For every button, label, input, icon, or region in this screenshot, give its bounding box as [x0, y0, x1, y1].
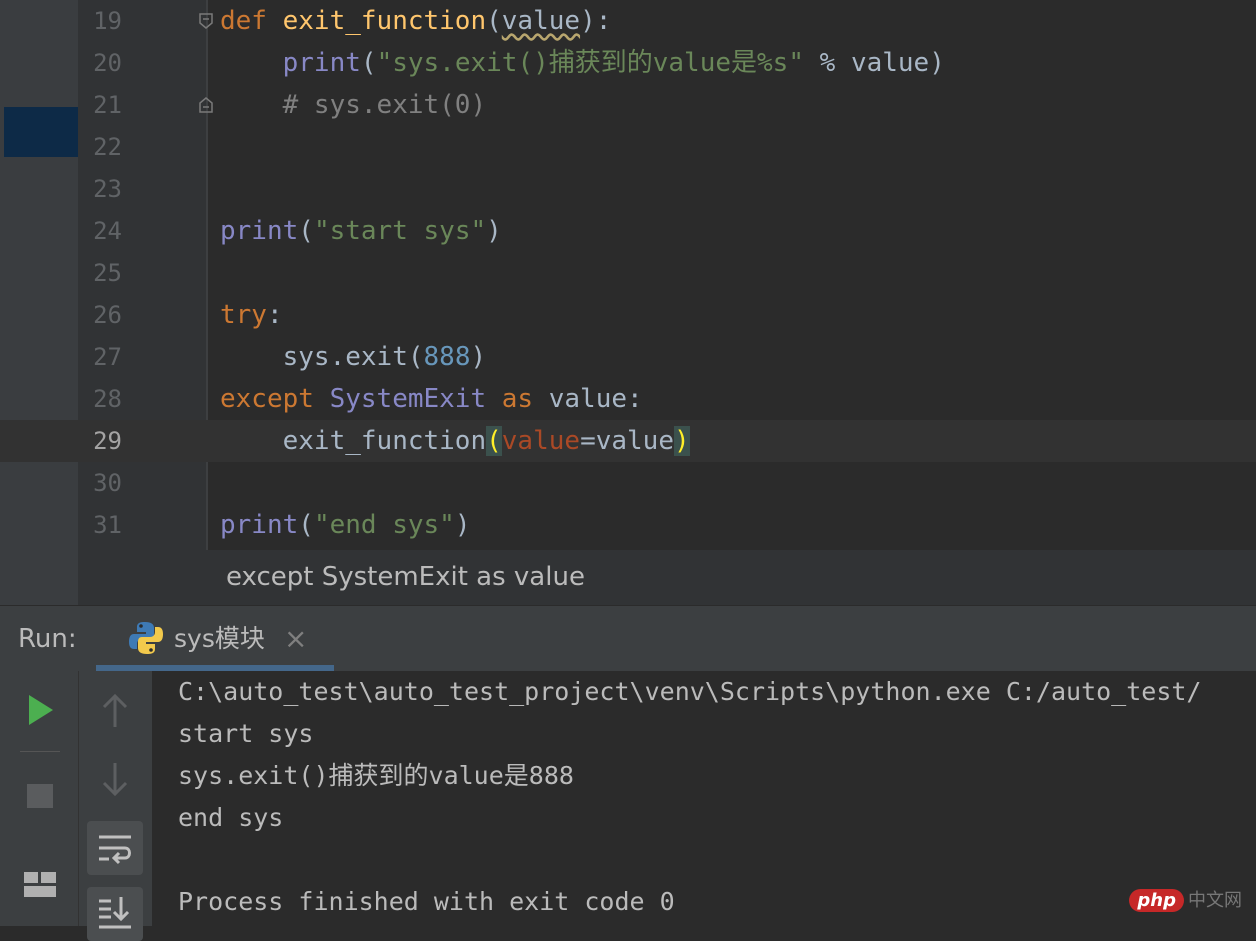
console-line: end sys — [178, 803, 284, 832]
line-number: 27 — [93, 343, 122, 371]
code-text: print("sys.exit()捕获到的value是%s" % value) — [282, 48, 945, 78]
console-line: start sys — [178, 719, 314, 748]
code-line[interactable]: 20 print("sys.exit()捕获到的value是%s" % valu… — [0, 42, 1256, 84]
watermark-text: 中文网 — [1188, 890, 1242, 911]
breadcrumb-text[interactable]: except SystemExit as value — [226, 550, 585, 605]
code-line[interactable]: 19 def exit_function(value): — [0, 0, 1256, 42]
code-line[interactable]: 21 # sys.exit(0) — [0, 84, 1256, 126]
line-number: 26 — [93, 301, 122, 329]
soft-wrap-icon — [99, 835, 131, 865]
code-line[interactable]: 26 try: — [0, 294, 1256, 336]
code-line[interactable]: 23 — [0, 168, 1256, 210]
line-number: 29 — [93, 427, 122, 455]
run-tab-sys[interactable]: sys模块 × — [96, 606, 334, 672]
code-text: print("start sys") — [220, 216, 502, 246]
console-line: sys.exit()捕获到的value是888 — [178, 761, 574, 790]
line-number: 21 — [93, 91, 122, 119]
code-text: except SystemExit as value: — [220, 384, 643, 414]
run-toolbar-secondary — [78, 671, 153, 941]
scroll-to-end-button[interactable] — [87, 887, 143, 941]
code-line[interactable]: 22 — [0, 126, 1256, 168]
watermark-badge: php — [1129, 889, 1184, 912]
up-button[interactable] — [87, 685, 143, 739]
code-text: print("end sys") — [220, 510, 471, 540]
code-editor[interactable]: 19 def exit_function(value): 20 print("s… — [0, 0, 1256, 605]
code-line[interactable]: 28 except SystemExit as value: — [0, 378, 1256, 420]
run-button[interactable] — [12, 683, 68, 737]
line-number: 31 — [93, 511, 122, 539]
line-number: 20 — [93, 49, 122, 77]
run-icon — [29, 695, 53, 725]
code-line[interactable]: 24 print("start sys") — [0, 210, 1256, 252]
down-button[interactable] — [87, 753, 143, 807]
watermark: php 中文网 — [1129, 886, 1242, 912]
stop-button[interactable] — [12, 769, 68, 823]
run-tab-label: sys模块 — [174, 624, 265, 653]
code-text: exit_function(value=value) — [282, 426, 690, 456]
console-line: Process finished with exit code 0 — [178, 887, 675, 916]
code-line-current[interactable]: 29 exit_function(value=value) — [0, 420, 1256, 462]
line-number: 19 — [93, 7, 122, 35]
line-number: 24 — [93, 217, 122, 245]
fold-end-marker-icon[interactable] — [199, 97, 213, 113]
line-number: 22 — [93, 133, 122, 161]
breadcrumb[interactable]: except SystemExit as value — [78, 550, 1256, 605]
python-icon — [129, 622, 163, 654]
code-text: def exit_function(value): — [220, 6, 612, 36]
soft-wrap-button[interactable] — [87, 821, 143, 875]
up-arrow-icon — [102, 693, 128, 727]
run-panel-header: Run: sys模块 × — [0, 605, 1256, 672]
code-text: sys.exit(888) — [282, 342, 487, 372]
stop-icon — [27, 784, 53, 808]
run-toolbar-primary — [0, 671, 78, 926]
code-line[interactable]: 31 print("end sys") — [0, 504, 1256, 546]
down-arrow-icon — [102, 763, 128, 797]
run-label: Run: — [18, 624, 77, 654]
layout-button[interactable] — [12, 857, 68, 911]
scroll-to-end-icon — [99, 897, 131, 929]
fold-marker-icon[interactable] — [199, 13, 213, 29]
line-number: 25 — [93, 259, 122, 287]
line-number: 30 — [93, 469, 122, 497]
toolbar-divider — [20, 751, 60, 752]
layout-icon — [24, 872, 56, 897]
code-text: try: — [220, 300, 283, 330]
code-line[interactable]: 27 sys.exit(888) — [0, 336, 1256, 378]
code-line[interactable]: 25 — [0, 252, 1256, 294]
code-line[interactable]: 30 — [0, 462, 1256, 504]
line-number: 23 — [93, 175, 122, 203]
code-text: # sys.exit(0) — [282, 90, 487, 120]
console-line: C:\auto_test\auto_test_project\venv\Scri… — [178, 677, 1202, 706]
console-output[interactable]: C:\auto_test\auto_test_project\venv\Scri… — [152, 671, 1256, 926]
line-number: 28 — [93, 385, 122, 413]
close-icon[interactable]: × — [284, 606, 307, 672]
